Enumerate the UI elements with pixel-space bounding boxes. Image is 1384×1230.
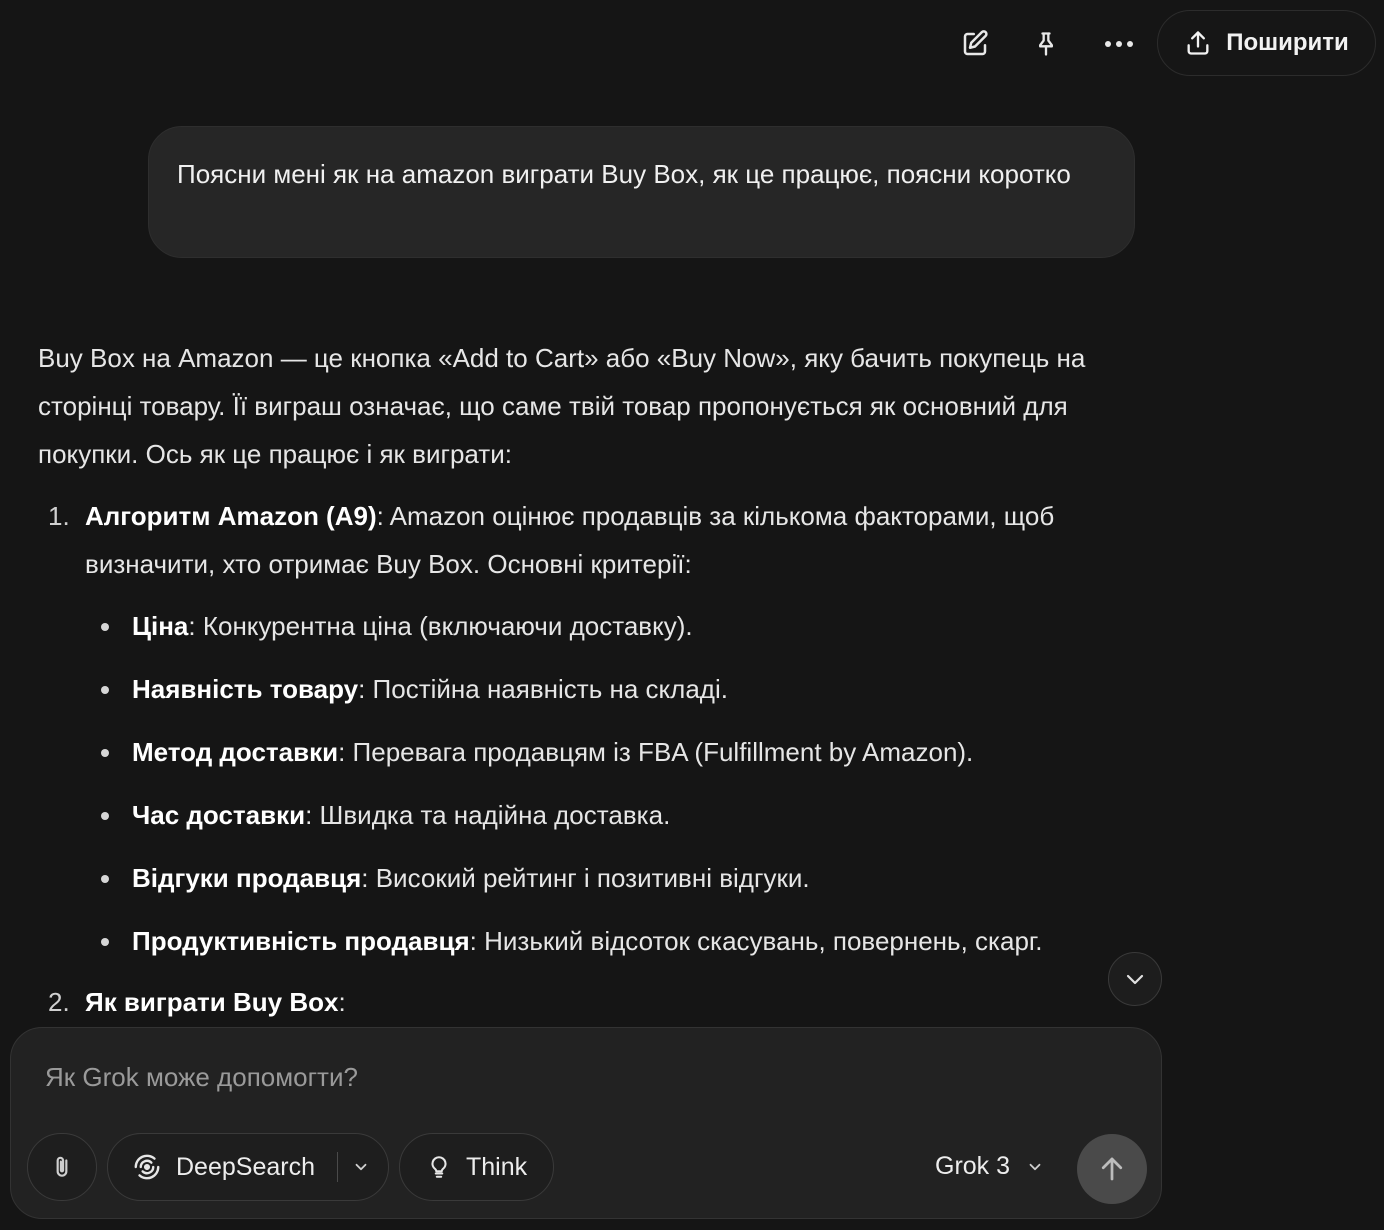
deepsearch-label: DeepSearch (176, 1152, 315, 1181)
criteria-text: : Перевага продавцям із FBA (Fulfillment… (338, 737, 974, 767)
user-message-bubble: Поясни мені як на amazon виграти Buy Box… (148, 126, 1135, 258)
divider (336, 1152, 338, 1182)
assistant-answer: Buy Box на Amazon — це кнопка «Add to Ca… (38, 334, 1148, 1026)
paperclip-icon (56, 1156, 68, 1177)
criteria-text: : Конкурентна ціна (включаючи доставку). (188, 611, 693, 641)
arrow-up-icon (1101, 1157, 1123, 1181)
list-number: 2. (48, 987, 70, 1017)
criteria-text: : Низький відсоток скасувань, повернень,… (469, 926, 1043, 956)
criteria-item: Ціна: Конкурентна ціна (включаючи достав… (85, 602, 1148, 650)
scroll-down-button[interactable] (1108, 952, 1162, 1006)
deepsearch-button[interactable]: DeepSearch (107, 1133, 389, 1201)
think-label: Think (466, 1152, 528, 1181)
criteria-item: Продуктивність продавця: Низький відсото… (85, 917, 1148, 965)
message-input[interactable]: Як Grok може допомогти? (45, 1062, 358, 1093)
criteria-title: Час доставки (132, 800, 306, 830)
model-selector[interactable]: Grok 3 (935, 1152, 1044, 1181)
criteria-item: Відгуки продавця: Високий рейтинг і пози… (85, 854, 1148, 902)
share-label: Поширити (1226, 29, 1349, 56)
criteria-text: : Швидка та надійна доставка. (305, 800, 671, 830)
more-button[interactable] (1093, 18, 1145, 70)
criteria-text: : Постійна наявність на складі. (358, 674, 728, 704)
user-message-text: Поясни мені як на amazon виграти Buy Box… (177, 159, 1071, 189)
top-bar: Поширити (0, 0, 1384, 88)
model-label: Grok 3 (935, 1152, 1011, 1180)
criteria-title: Наявність товару (132, 674, 359, 704)
list-item: 2. Як виграти Buy Box: (38, 978, 1148, 1026)
deepsearch-icon (134, 1154, 160, 1180)
answer-intro: Buy Box на Amazon — це кнопка «Add to Ca… (38, 343, 1086, 469)
list-item-text: : (338, 987, 346, 1017)
criteria-item: Метод доставки: Перевага продавцям із FB… (85, 728, 1148, 776)
list-item-title: Алгоритм Amazon (A9) (85, 501, 377, 531)
criteria-list: Ціна: Конкурентна ціна (включаючи достав… (85, 602, 1148, 965)
pin-icon (1039, 32, 1053, 56)
criteria-item: Час доставки: Швидка та надійна доставка… (85, 791, 1148, 839)
chevron-down-icon (1029, 1163, 1041, 1170)
pin-button[interactable] (1020, 18, 1072, 70)
edit-icon (963, 30, 988, 56)
think-button[interactable]: Think (399, 1133, 554, 1201)
criteria-item: Наявність товару: Постійна наявність на … (85, 665, 1148, 713)
share-button[interactable]: Поширити (1157, 10, 1376, 76)
criteria-title: Відгуки продавця (132, 863, 362, 893)
criteria-title: Метод доставки (132, 737, 339, 767)
message-composer[interactable]: Як Grok може допомогти? DeepSearch Think… (10, 1027, 1162, 1219)
chevron-down-icon[interactable] (352, 1158, 370, 1176)
send-button[interactable] (1077, 1134, 1147, 1204)
criteria-title: Продуктивність продавця (132, 926, 470, 956)
more-icon (1105, 41, 1133, 47)
criteria-title: Ціна (132, 611, 189, 641)
edit-button[interactable] (949, 18, 1001, 70)
lightbulb-icon (431, 1156, 447, 1178)
criteria-text: : Високий рейтинг і позитивні відгуки. (361, 863, 810, 893)
answer-numbered-list: 1. Алгоритм Amazon (A9): Amazon оцінює п… (38, 492, 1148, 1026)
list-item: 1. Алгоритм Amazon (A9): Amazon оцінює п… (38, 492, 1148, 965)
list-item-title: Як виграти Buy Box (85, 987, 339, 1017)
share-icon (1187, 31, 1209, 55)
chevron-down-icon (1126, 974, 1144, 985)
list-number: 1. (48, 501, 70, 531)
attach-button[interactable] (27, 1133, 97, 1201)
